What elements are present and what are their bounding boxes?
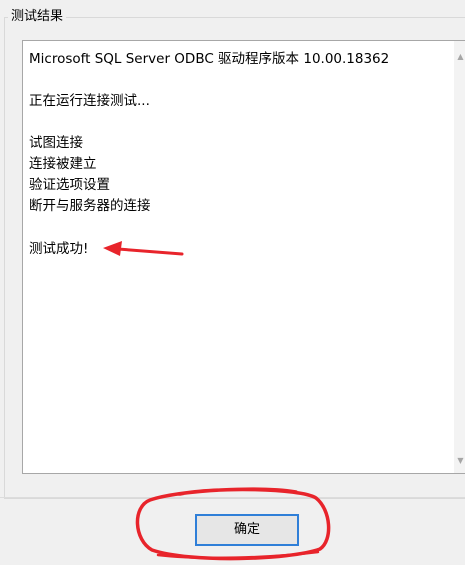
group-title: 测试结果 (8, 8, 67, 26)
scroll-down-arrow-icon[interactable]: ▼ (455, 455, 465, 467)
vertical-scrollbar[interactable]: ▲ ▼ (454, 41, 465, 473)
success-line: 测试成功! (29, 241, 89, 257)
results-textbox[interactable]: Microsoft SQL Server ODBC 驱动程序版本 10.00.1… (22, 40, 465, 474)
ok-button[interactable]: 确定 (195, 514, 299, 546)
step-line: 断开与服务器的连接 (29, 198, 151, 214)
scroll-up-arrow-icon[interactable]: ▲ (455, 51, 465, 63)
step-line: 连接被建立 (29, 156, 97, 172)
button-area-divider (0, 497, 465, 498)
step-line: 验证选项设置 (29, 177, 110, 193)
running-test-line: 正在运行连接测试... (29, 93, 150, 109)
driver-version-line: Microsoft SQL Server ODBC 驱动程序版本 10.00.1… (29, 51, 390, 67)
step-line: 试图连接 (29, 135, 83, 151)
